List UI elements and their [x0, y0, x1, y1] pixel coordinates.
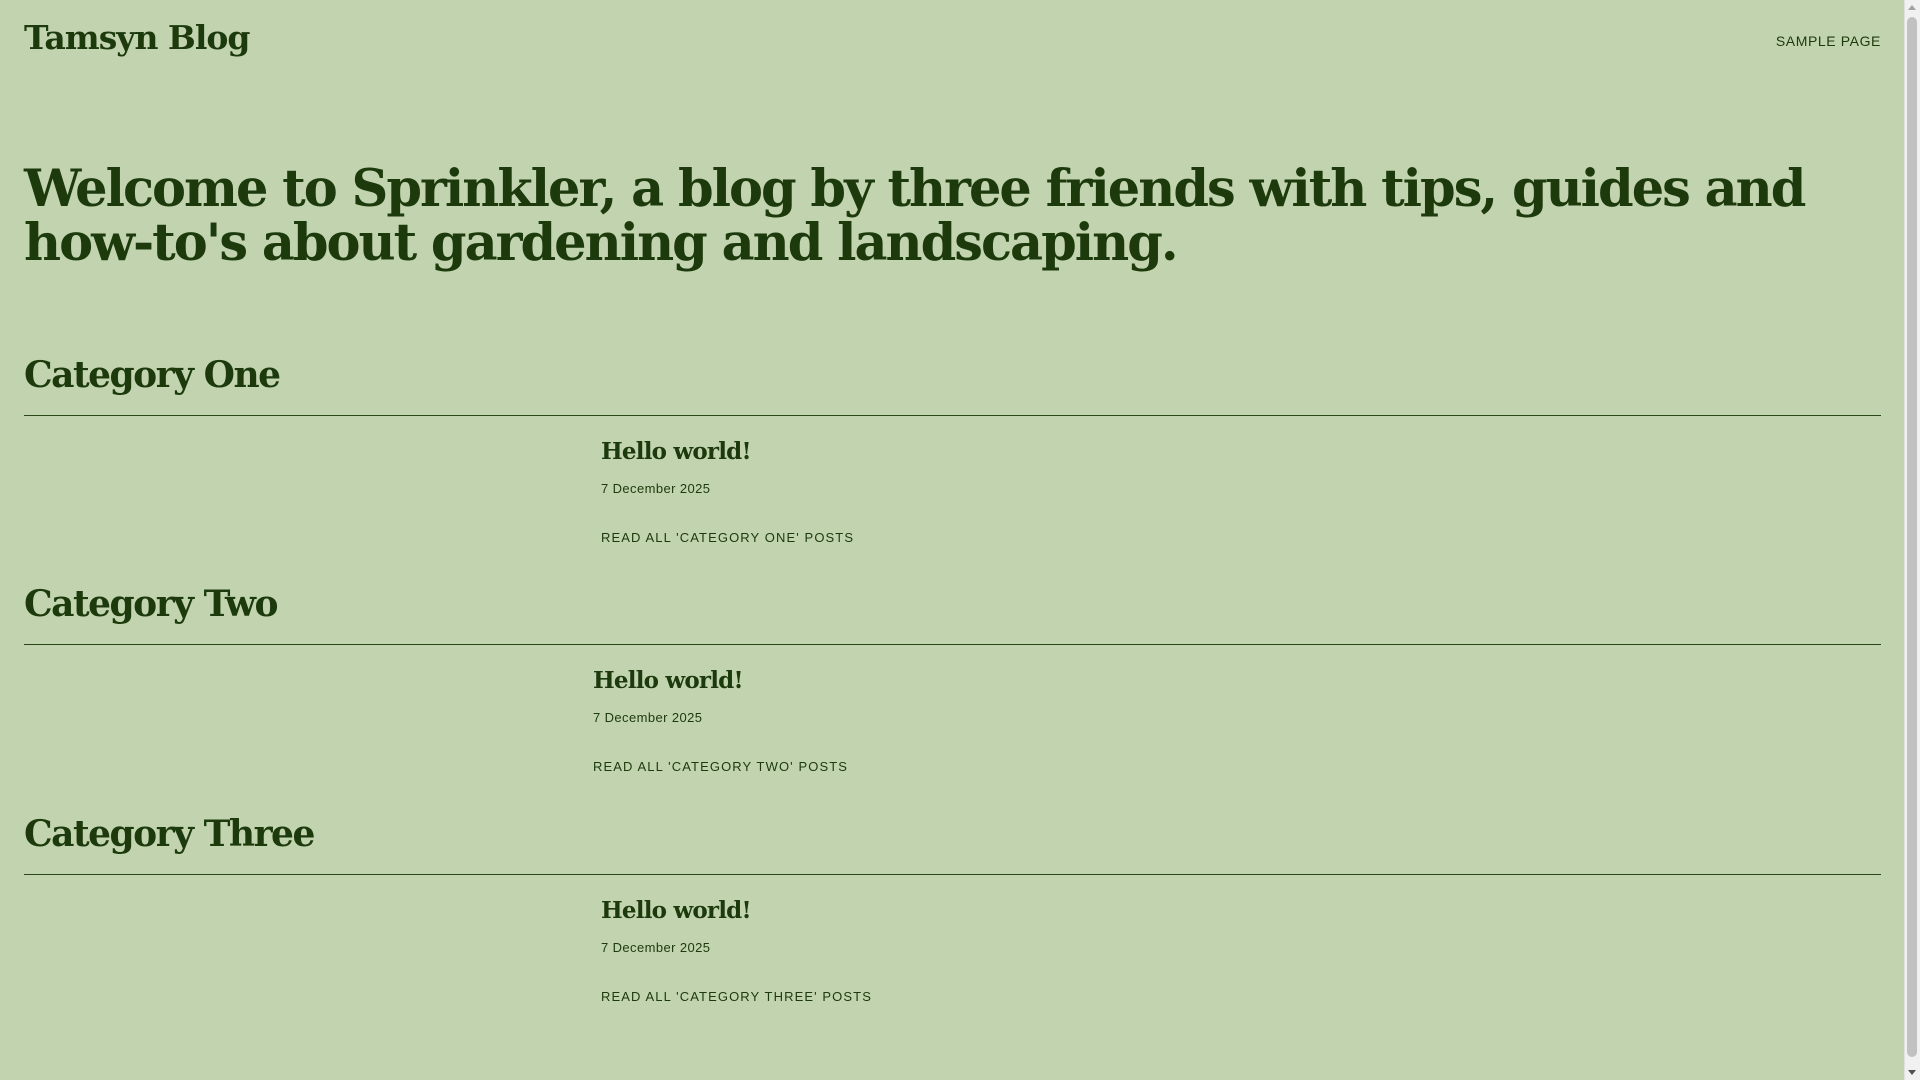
- post-thumbnail: [24, 645, 584, 785]
- post-title-link[interactable]: Hello world!: [601, 438, 752, 465]
- post-date: 7 December 2025: [601, 940, 711, 955]
- vertical-scrollbar[interactable]: [1904, 0, 1920, 1080]
- post-date: 7 December 2025: [593, 710, 703, 725]
- scroll-down-arrow-icon[interactable]: [1908, 1070, 1916, 1075]
- site-title-link[interactable]: Tamsyn Blog: [24, 18, 250, 57]
- post-card: Hello world! 7 December 2025 READ ALL 'C…: [24, 416, 1881, 556]
- read-all-category-two-link[interactable]: READ ALL 'CATEGORY TWO' POSTS: [593, 759, 848, 774]
- post-date: 7 December 2025: [601, 481, 711, 496]
- read-all-category-three-link[interactable]: READ ALL 'CATEGORY THREE' POSTS: [601, 989, 872, 1004]
- category-section-one: Category One Hello world! 7 December 202…: [24, 350, 1881, 556]
- category-section-three: Category Three Hello world! 7 December 2…: [24, 809, 1881, 1015]
- category-section-two: Category Two Hello world! 7 December 202…: [24, 579, 1881, 785]
- category-title: Category One: [24, 354, 281, 396]
- read-all-category-one-link[interactable]: READ ALL 'CATEGORY ONE' POSTS: [601, 530, 854, 545]
- post-card: Hello world! 7 December 2025 READ ALL 'C…: [24, 875, 1881, 1015]
- post-thumbnail: [24, 416, 584, 556]
- post-title-link[interactable]: Hello world!: [601, 897, 752, 924]
- nav-sample-page-link[interactable]: SAMPLE PAGE: [1776, 33, 1881, 49]
- page: Tamsyn Blog SAMPLE PAGE Welcome to Sprin…: [0, 0, 1905, 1080]
- post-thumbnail: [24, 875, 584, 1015]
- hero-heading: Welcome to Sprinkler, a blog by three fr…: [24, 159, 1806, 273]
- category-title: Category Two: [24, 583, 278, 625]
- category-title: Category Three: [24, 813, 315, 855]
- post-title-link[interactable]: Hello world!: [593, 667, 744, 694]
- scrollbar-thumb[interactable]: [1907, 17, 1917, 1057]
- post-card: Hello world! 7 December 2025 READ ALL 'C…: [24, 645, 1881, 785]
- scroll-up-arrow-icon[interactable]: [1908, 5, 1916, 10]
